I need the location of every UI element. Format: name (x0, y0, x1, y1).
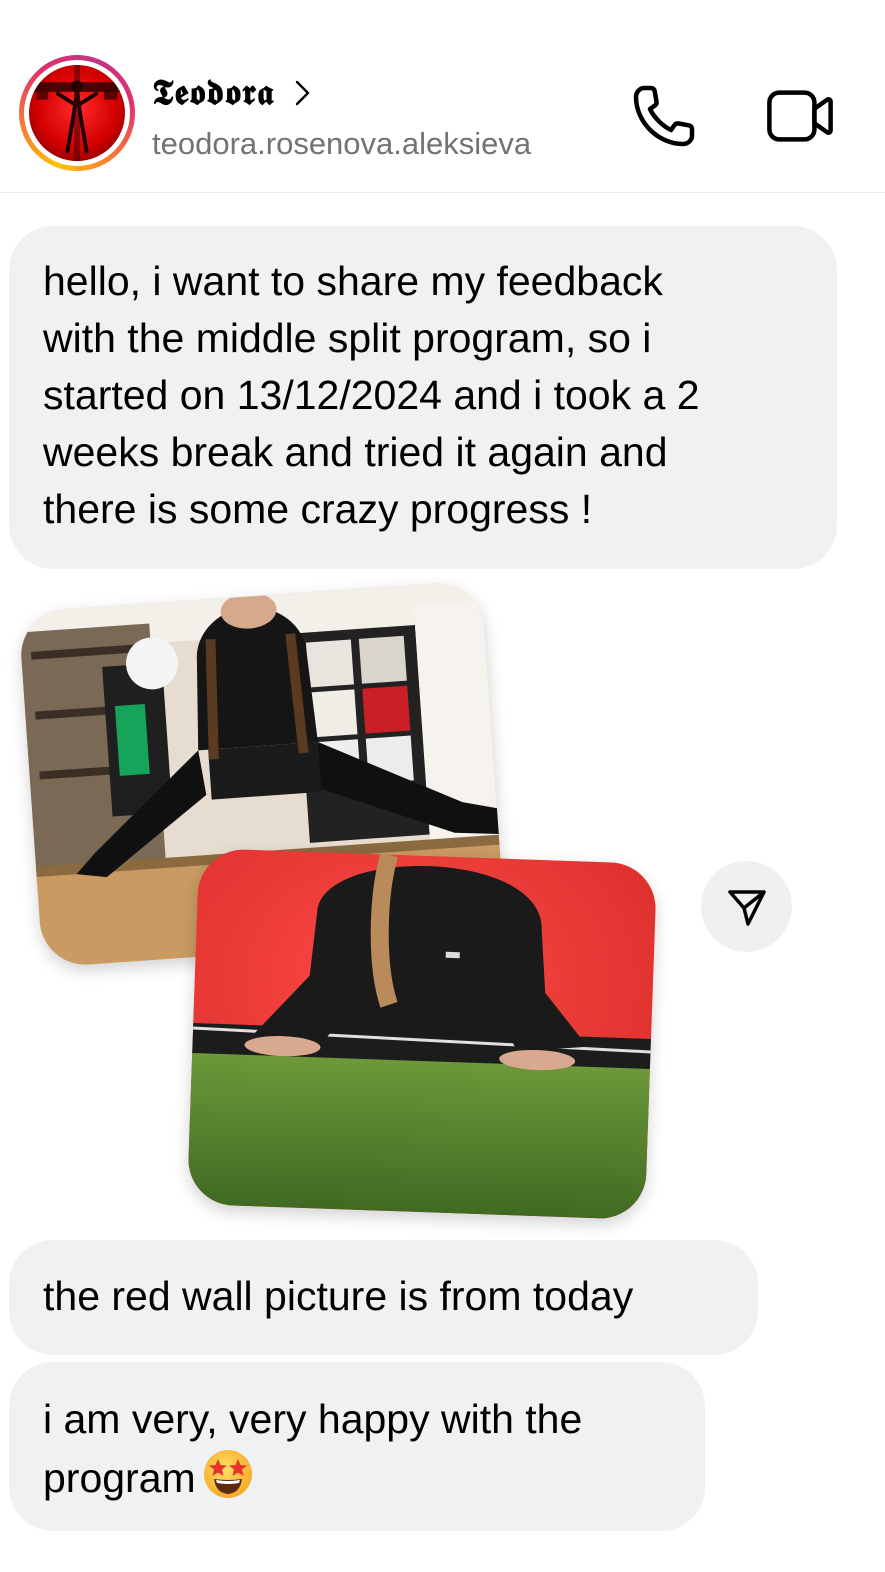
message-text: i am very, very happy with the (43, 1396, 583, 1442)
message-text-line: program (43, 1448, 671, 1507)
star-struck-emoji-icon (203, 1450, 252, 1498)
send-arrow-icon (727, 889, 766, 926)
message-text: started on 13/12/2024 and i took a 2 (43, 372, 700, 418)
message-text: hello, i want to share my feedback (43, 258, 663, 304)
avatar-image (29, 65, 125, 161)
message-text: program (43, 1455, 196, 1501)
chat-header: 𝕿𝖊𝖔𝖉𝖔𝖗𝖆 teodora.rosenova.aleksieva (0, 0, 885, 193)
split-photo-red-wall[interactable] (186, 848, 658, 1220)
message-text: weeks break and tried it again and (43, 429, 668, 475)
message-bubble[interactable]: hello, i want to share my feedback with … (9, 226, 837, 569)
contact-username: teodora.rosenova.aleksieva (152, 126, 532, 161)
contact-name[interactable]: 𝕿𝖊𝖔𝖉𝖔𝖗𝖆 (152, 72, 274, 113)
message-text: with the middle split program, so i (43, 315, 652, 361)
message-text: the red wall picture is from today (43, 1273, 634, 1319)
share-button[interactable] (701, 861, 792, 952)
video-camera-icon[interactable] (764, 80, 836, 152)
message-bubble[interactable]: the red wall picture is from today (9, 1240, 758, 1355)
message-text: there is some crazy progress ! (43, 486, 593, 532)
avatar[interactable] (19, 55, 135, 171)
chevron-right-icon[interactable] (292, 78, 314, 108)
phone-icon[interactable] (628, 80, 700, 152)
contact-name-row[interactable]: 𝕿𝖊𝖔𝖉𝖔𝖗𝖆 (152, 72, 314, 113)
message-bubble[interactable]: i am very, very happy with the program (9, 1362, 705, 1531)
